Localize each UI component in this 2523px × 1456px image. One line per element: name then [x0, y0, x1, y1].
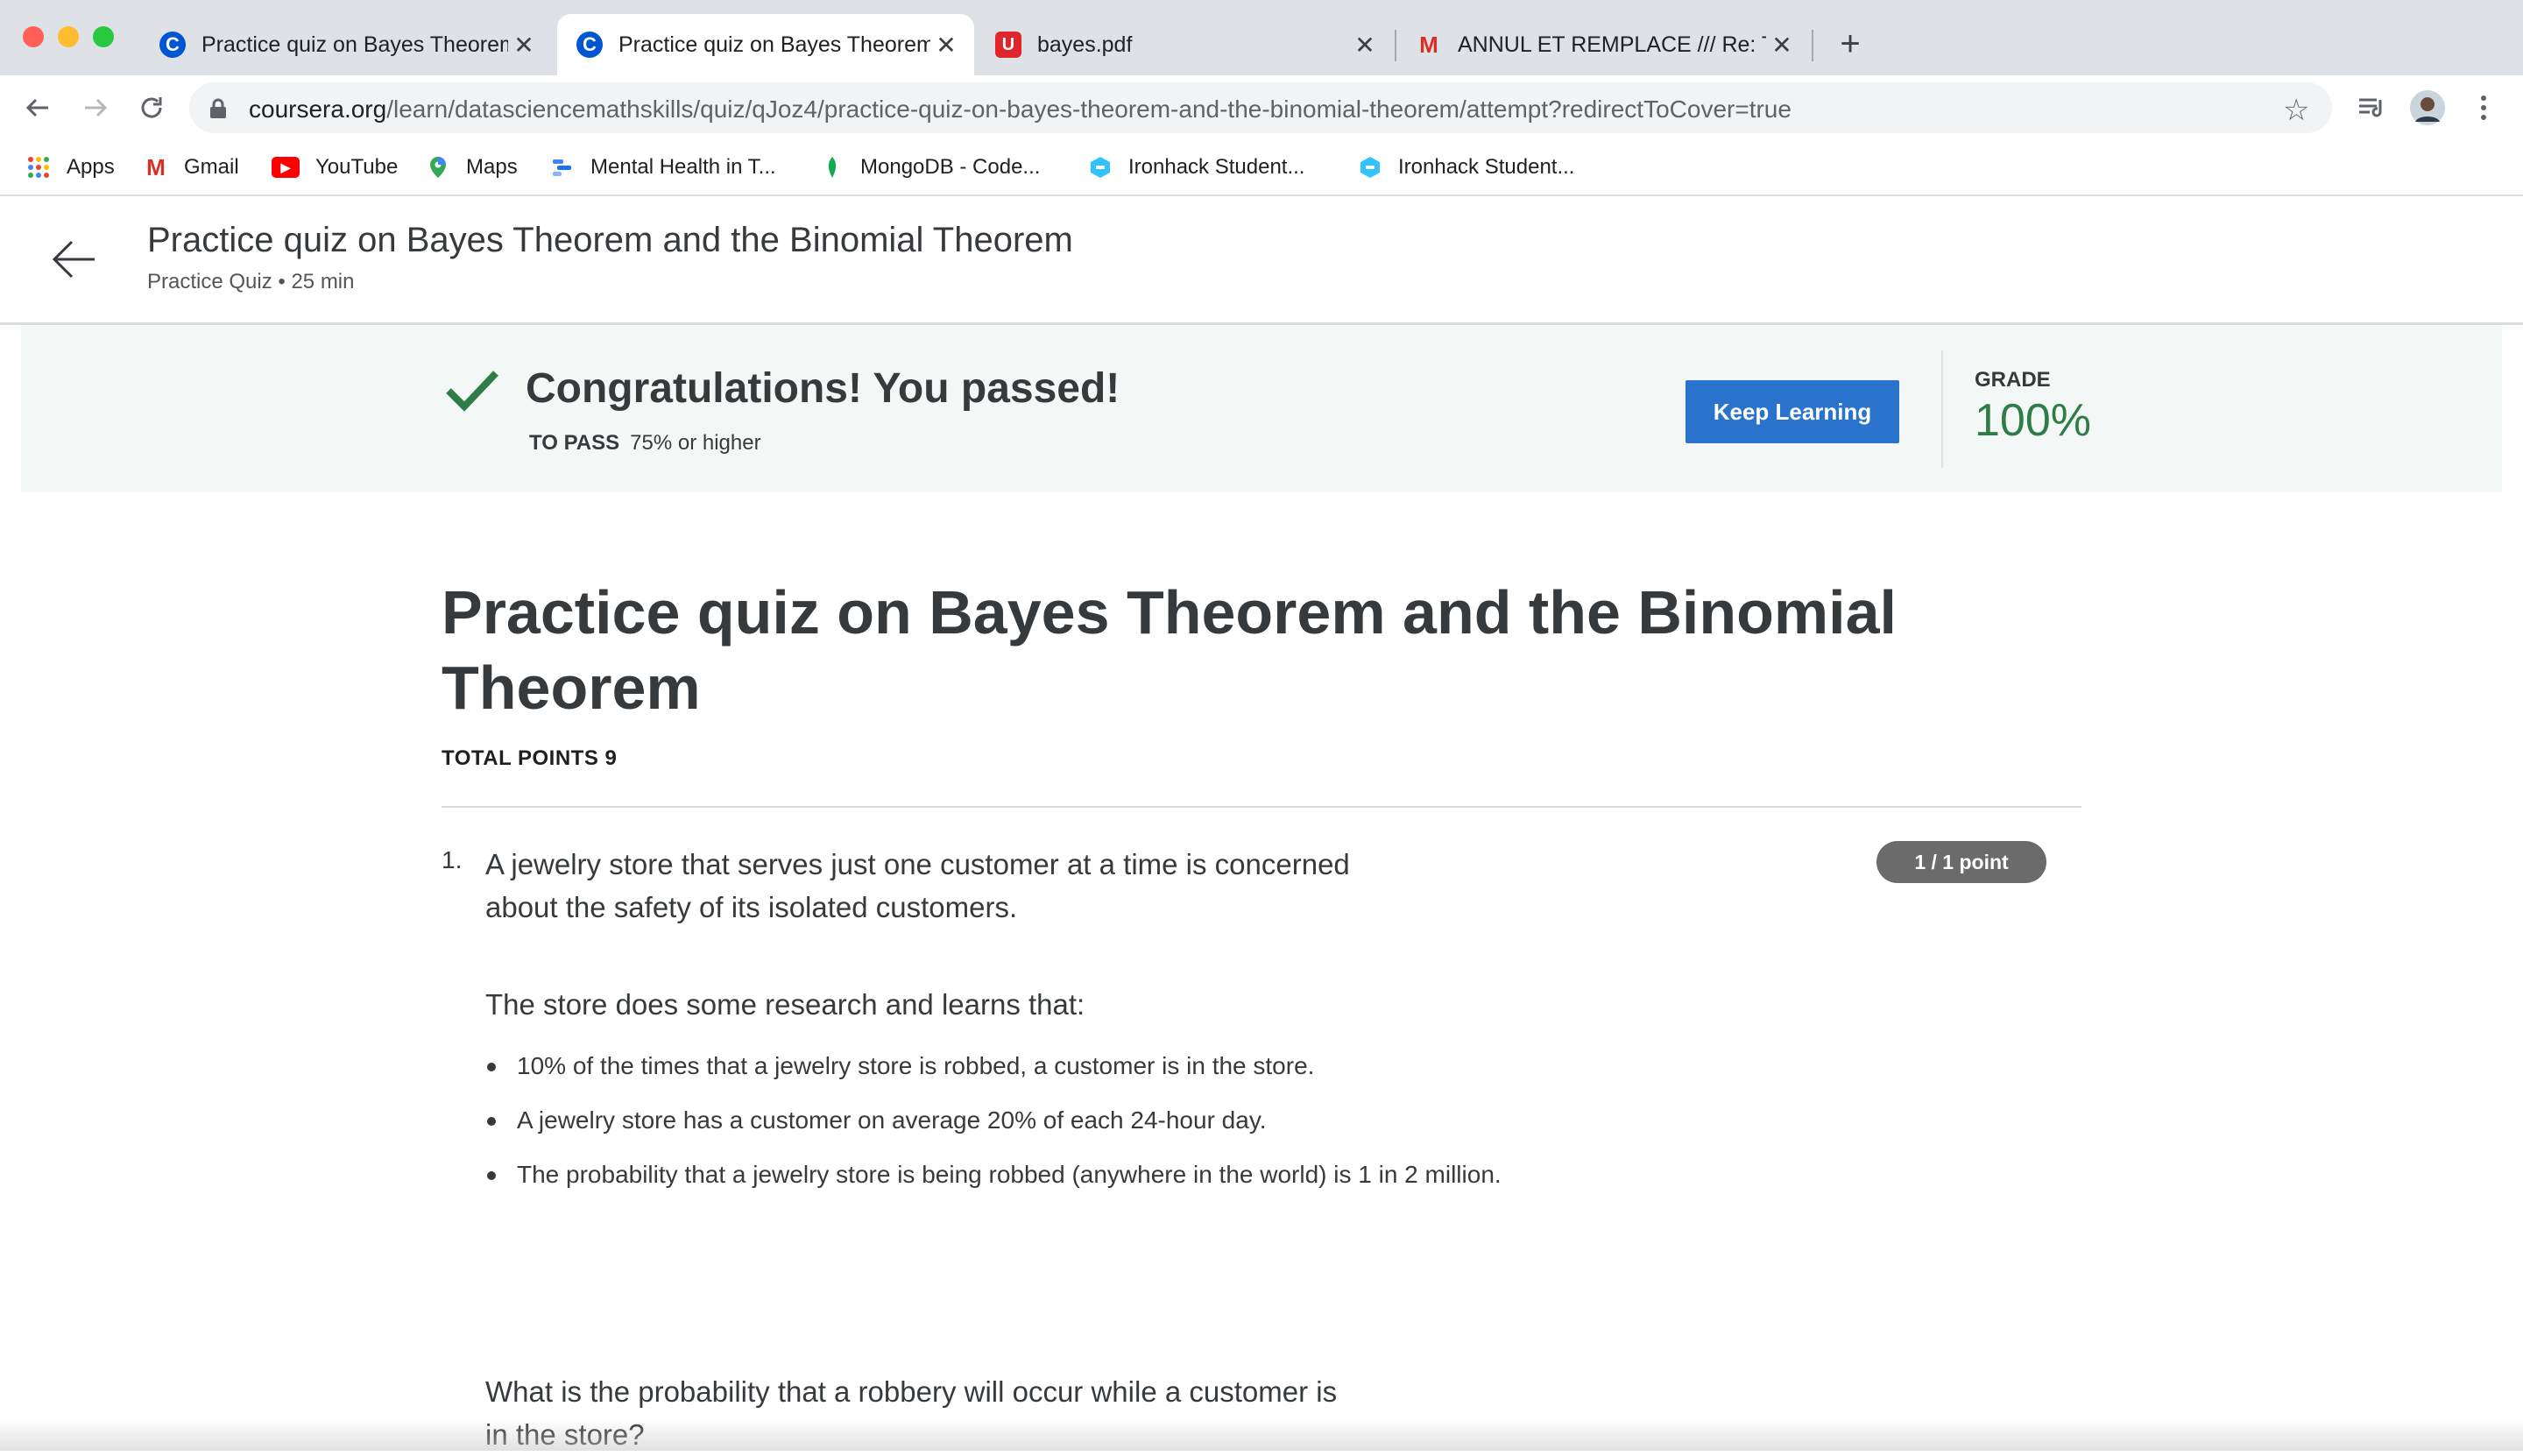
question-facts-list: 10% of the times that a jewelry store is… — [485, 1048, 1519, 1211]
total-points: TOTAL POINTS 9 — [442, 746, 618, 770]
pass-headline: Congratulations! You passed! — [526, 365, 1120, 412]
bookmark-label: Gmail — [184, 155, 239, 179]
to-pass-label: TO PASS — [529, 431, 620, 455]
bookmark-apps[interactable]: Apps — [26, 151, 115, 184]
mongodb-leaf-icon — [828, 157, 837, 178]
banner-divider — [1941, 350, 1943, 468]
bookmark-label: MongoDB - Code... — [860, 155, 1041, 179]
bookmark-star-icon[interactable]: ☆ — [2283, 93, 2309, 128]
bookmark-mental-health[interactable]: Mental Health in T... — [550, 151, 776, 184]
quiz-title: Practice quiz on Bayes Theorem and the B… — [442, 578, 1897, 722]
maximize-window-button[interactable] — [93, 26, 114, 47]
browser-toolbar: coursera.org/learn/datasciencemathskills… — [0, 75, 2523, 140]
ironhack-icon — [1360, 157, 1380, 178]
points-badge: 1 / 1 point — [1876, 841, 2046, 883]
bookmark-label: Apps — [67, 155, 115, 179]
tab-strip: C Practice quiz on Bayes Theorem and the… — [0, 0, 2523, 75]
url-path: /learn/datasciencemathskills/quiz/qJoz4/… — [386, 95, 1792, 123]
bookmark-label: Mental Health in T... — [590, 155, 776, 179]
to-pass-value: 75% or higher — [630, 431, 761, 455]
question-intro: The store does some research and learns … — [485, 988, 1085, 1021]
tab-separator — [1812, 30, 1813, 61]
bookmarks-bar: Apps M Gmail ▶ YouTube Maps Mental Healt… — [0, 140, 2523, 196]
quiz-header: Practice quiz on Bayes Theorem and the B… — [0, 196, 2523, 325]
pdf-icon: U — [995, 32, 1021, 58]
ironhack-icon — [1091, 157, 1110, 178]
bookmark-youtube[interactable]: ▶ YouTube — [272, 151, 398, 184]
bookmark-maps[interactable]: Maps — [426, 151, 518, 184]
tab-title: Practice quiz on Bayes Theorem and the B… — [201, 32, 508, 57]
scroll-shadow — [0, 1419, 2523, 1451]
list-item: A jewelry store has a customer on averag… — [485, 1102, 1519, 1139]
address-bar[interactable]: coursera.org/learn/datasciencemathskills… — [189, 82, 2332, 133]
grade-label: GRADE — [1975, 368, 2051, 392]
bookmark-ironhack-1[interactable]: Ironhack Student... — [1088, 151, 1304, 184]
page-title: Practice quiz on Bayes Theorem and the B… — [147, 221, 1073, 259]
bookmark-label: Ironhack Student... — [1128, 155, 1305, 179]
forward-button[interactable] — [75, 88, 116, 128]
page-subtitle: Practice Quiz • 25 min — [147, 270, 355, 293]
reload-button[interactable] — [131, 88, 172, 128]
chrome-menu-button[interactable] — [2463, 88, 2504, 128]
tab-title: ANNUL ET REMPLACE /// Re: T — [1458, 32, 1766, 57]
checkmark-icon — [446, 371, 498, 412]
reload-icon — [141, 97, 162, 118]
browser-tab-1[interactable]: C Practice quiz on Bayes Theorem and the… — [140, 14, 552, 75]
avatar — [2410, 90, 2445, 125]
more-vertical-icon — [2481, 95, 2486, 120]
coursera-icon: C — [159, 32, 186, 58]
gmail-icon: M — [1419, 31, 1438, 58]
divider — [442, 806, 2081, 808]
apps-grid-icon — [28, 157, 49, 178]
maps-pin-icon — [430, 157, 446, 178]
new-tab-button[interactable]: + — [1833, 26, 1868, 61]
browser-tab-4[interactable]: M ANNUL ET REMPLACE /// Re: T ✕ — [1396, 14, 1810, 75]
bookmark-label: YouTube — [315, 155, 399, 179]
tab-title: Practice quiz on Bayes Theorem and the B… — [618, 32, 930, 57]
reading-list-button[interactable] — [2351, 88, 2392, 128]
profile-avatar[interactable] — [2407, 88, 2448, 128]
url-domain: coursera.org — [249, 95, 387, 123]
question-number: 1. — [442, 846, 463, 873]
media-queue-icon — [2359, 98, 2382, 117]
gmail-icon: M — [146, 153, 166, 180]
close-window-button[interactable] — [23, 26, 44, 47]
back-arrow-icon[interactable] — [49, 235, 98, 284]
bookmark-mongodb[interactable]: MongoDB - Code... — [820, 151, 1040, 184]
close-tab-icon[interactable]: ✕ — [1766, 29, 1798, 60]
coursera-icon: C — [576, 32, 603, 58]
browser-tab-3[interactable]: U bayes.pdf ✕ — [976, 14, 1393, 75]
bookmark-icon — [553, 159, 571, 176]
result-banner: Congratulations! You passed! TO PASS 75% … — [21, 326, 2502, 492]
close-tab-icon[interactable]: ✕ — [508, 29, 540, 60]
grade-value: 100% — [1975, 395, 2091, 446]
bookmark-label: Maps — [466, 155, 518, 179]
lock-icon — [210, 98, 226, 118]
url-text: coursera.org/learn/datasciencemathskills… — [249, 95, 1792, 124]
bookmark-gmail[interactable]: M Gmail — [144, 151, 239, 184]
question-text: A jewelry store that serves just one cus… — [485, 848, 1350, 923]
keep-learning-button[interactable]: Keep Learning — [1686, 380, 1899, 443]
back-button[interactable] — [18, 88, 58, 128]
arrow-left-icon — [25, 98, 48, 117]
minimize-window-button[interactable] — [58, 26, 79, 47]
close-tab-icon[interactable]: ✕ — [930, 29, 962, 60]
list-item: 10% of the times that a jewelry store is… — [485, 1048, 1519, 1085]
arrow-right-icon — [85, 98, 108, 117]
pass-requirement: TO PASS 75% or higher — [529, 431, 761, 456]
browser-tab-2[interactable]: C Practice quiz on Bayes Theorem and the… — [557, 14, 974, 75]
tab-title: bayes.pdf — [1037, 32, 1133, 57]
bookmark-label: Ironhack Student... — [1398, 155, 1575, 179]
bookmark-ironhack-2[interactable]: Ironhack Student... — [1358, 151, 1574, 184]
youtube-icon: ▶ — [272, 157, 300, 178]
list-item: The probability that a jewelry store is … — [485, 1156, 1519, 1193]
close-tab-icon[interactable]: ✕ — [1349, 29, 1381, 60]
